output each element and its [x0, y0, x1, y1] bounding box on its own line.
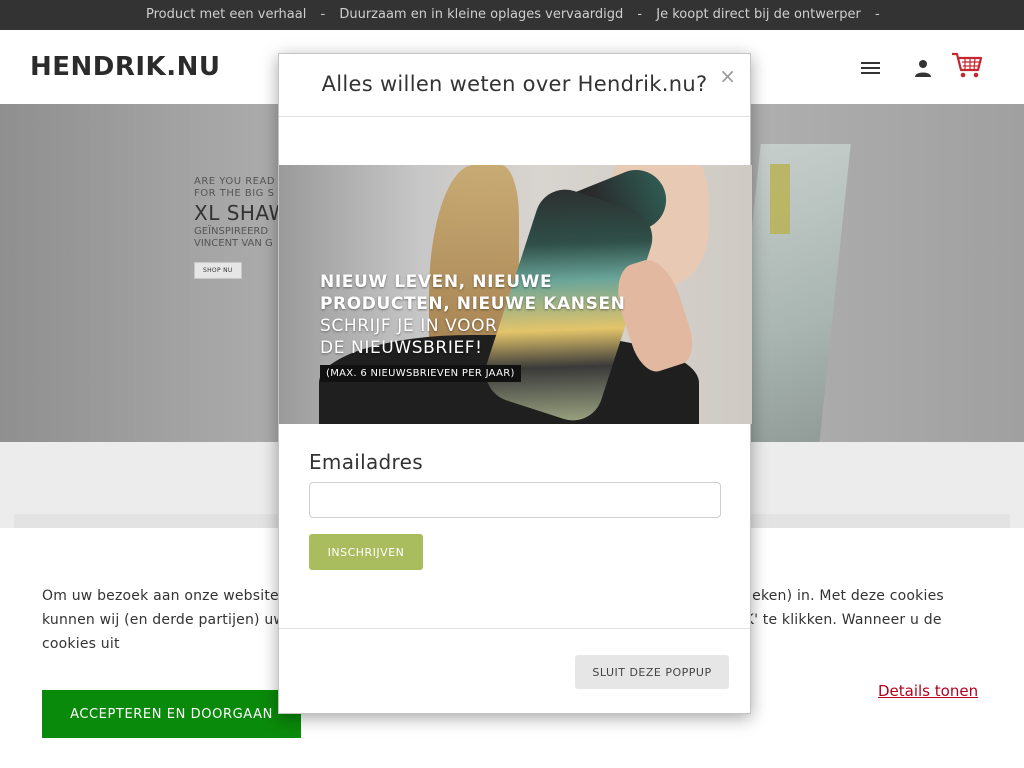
- announcement-separator: -: [320, 7, 326, 22]
- email-label: Emailadres: [309, 450, 423, 474]
- cookie-details-link[interactable]: Details tonen: [878, 682, 978, 700]
- user-icon[interactable]: [909, 54, 937, 82]
- announcement-separator: -: [637, 7, 643, 22]
- promo-line: DE NIEUWSBRIEF!: [320, 338, 483, 358]
- hero-subtitle: VINCENT VAN G: [194, 238, 273, 249]
- announcement-items: Product met een verhaal - Duurzaam en in…: [146, 0, 890, 30]
- hero-tagline: FOR THE BIG S: [194, 188, 275, 199]
- modal-divider: [279, 116, 750, 117]
- newsletter-form: Emailadres INSCHRIJVEN: [309, 450, 721, 570]
- promo-text: NIEUW LEVEN, NIEUWE PRODUCTEN, NIEUWE KA…: [320, 271, 626, 382]
- promo-line: SCHRIJF JE IN VOOR: [320, 316, 498, 336]
- hero-tagline: ARE YOU READ: [194, 176, 276, 187]
- menu-icon[interactable]: [856, 54, 884, 82]
- accept-cookies-button[interactable]: ACCEPTEREN EN DOORGAAN: [42, 690, 301, 738]
- subscribe-button[interactable]: INSCHRIJVEN: [309, 534, 423, 570]
- hero-headline: XL SHAW: [194, 201, 289, 225]
- promo-line: PRODUCTEN, NIEUWE KANSEN: [320, 294, 626, 314]
- announcement-item: Duurzaam en in kleine oplages vervaardig…: [339, 7, 624, 22]
- close-popup-button[interactable]: SLUIT DEZE POPPUP: [575, 655, 729, 689]
- promo-note: (MAX. 6 NIEUWSBRIEVEN PER JAAR): [320, 365, 521, 382]
- announcement-bar: Product met een verhaal - Duurzaam en in…: [0, 0, 1024, 30]
- announcement-item: Product met een verhaal: [146, 7, 307, 22]
- newsletter-promo-image: NIEUW LEVEN, NIEUWE PRODUCTEN, NIEUWE KA…: [279, 165, 752, 424]
- announcement-separator: -: [874, 7, 880, 22]
- shopping-cart-icon[interactable]: [950, 48, 984, 82]
- modal-title: Alles willen weten over Hendrik.nu?: [321, 72, 708, 96]
- newsletter-modal: × Alles willen weten over Hendrik.nu? NI…: [278, 53, 752, 714]
- promo-line: NIEUW LEVEN, NIEUWE: [320, 272, 553, 292]
- site-logo[interactable]: HENDRIK.NU: [30, 52, 220, 82]
- announcement-item: Je koopt direct bij de ontwerper: [656, 7, 861, 22]
- hero-text: ARE YOU READ FOR THE BIG S XL SHAW GEÏNS…: [194, 176, 289, 279]
- modal-divider: [279, 628, 750, 629]
- shop-now-button[interactable]: SHOP NU: [194, 262, 242, 279]
- hero-shawl-accent: [770, 164, 790, 234]
- email-field[interactable]: [309, 482, 721, 518]
- hero-subtitle: GEÏNSPIREERD: [194, 226, 269, 237]
